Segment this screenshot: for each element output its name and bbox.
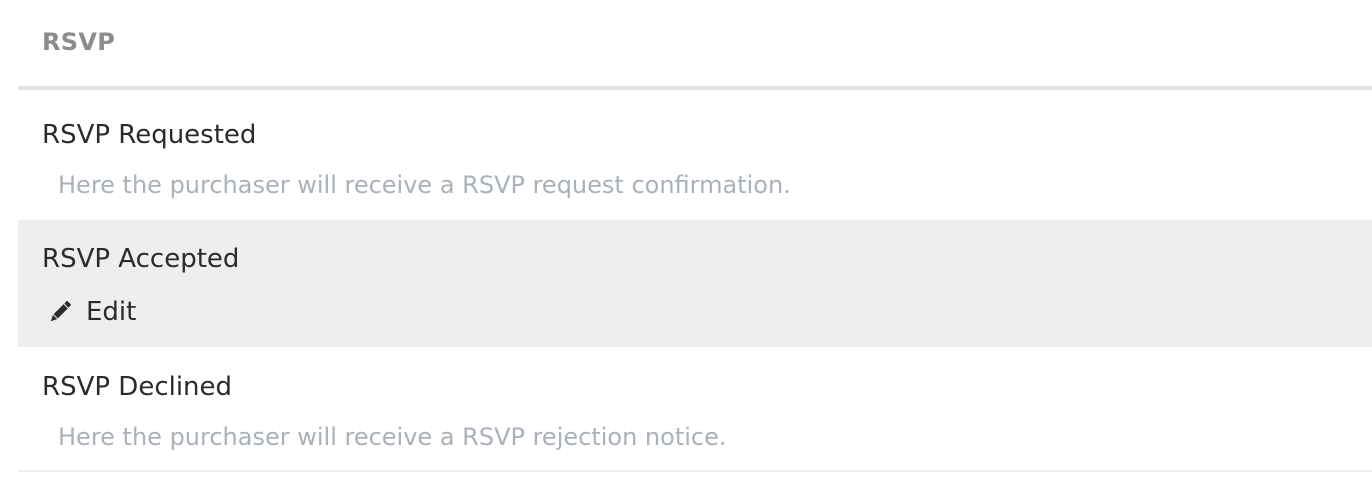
edit-label: Edit xyxy=(86,297,137,327)
panel-title: RSVP xyxy=(42,28,116,56)
row-title: RSVP Declined xyxy=(42,372,233,402)
rsvp-requested-row[interactable]: RSVP Requested Here the purchaser will r… xyxy=(18,94,1372,220)
rsvp-accepted-row[interactable]: RSVP Accepted Edit xyxy=(18,220,1372,347)
rsvp-panel: RSVP RSVP Requested Here the purchaser w… xyxy=(18,0,1372,492)
row-title: RSVP Accepted xyxy=(42,244,240,274)
panel-header: RSVP xyxy=(18,0,1372,90)
pencil-icon xyxy=(46,298,74,326)
row-title: RSVP Requested xyxy=(42,120,257,150)
row-description: Here the purchaser will receive a RSVP r… xyxy=(58,171,791,199)
edit-button[interactable]: Edit xyxy=(46,296,136,328)
row-description: Here the purchaser will receive a RSVP r… xyxy=(58,423,727,451)
rsvp-declined-row[interactable]: RSVP Declined Here the purchaser will re… xyxy=(18,347,1372,472)
